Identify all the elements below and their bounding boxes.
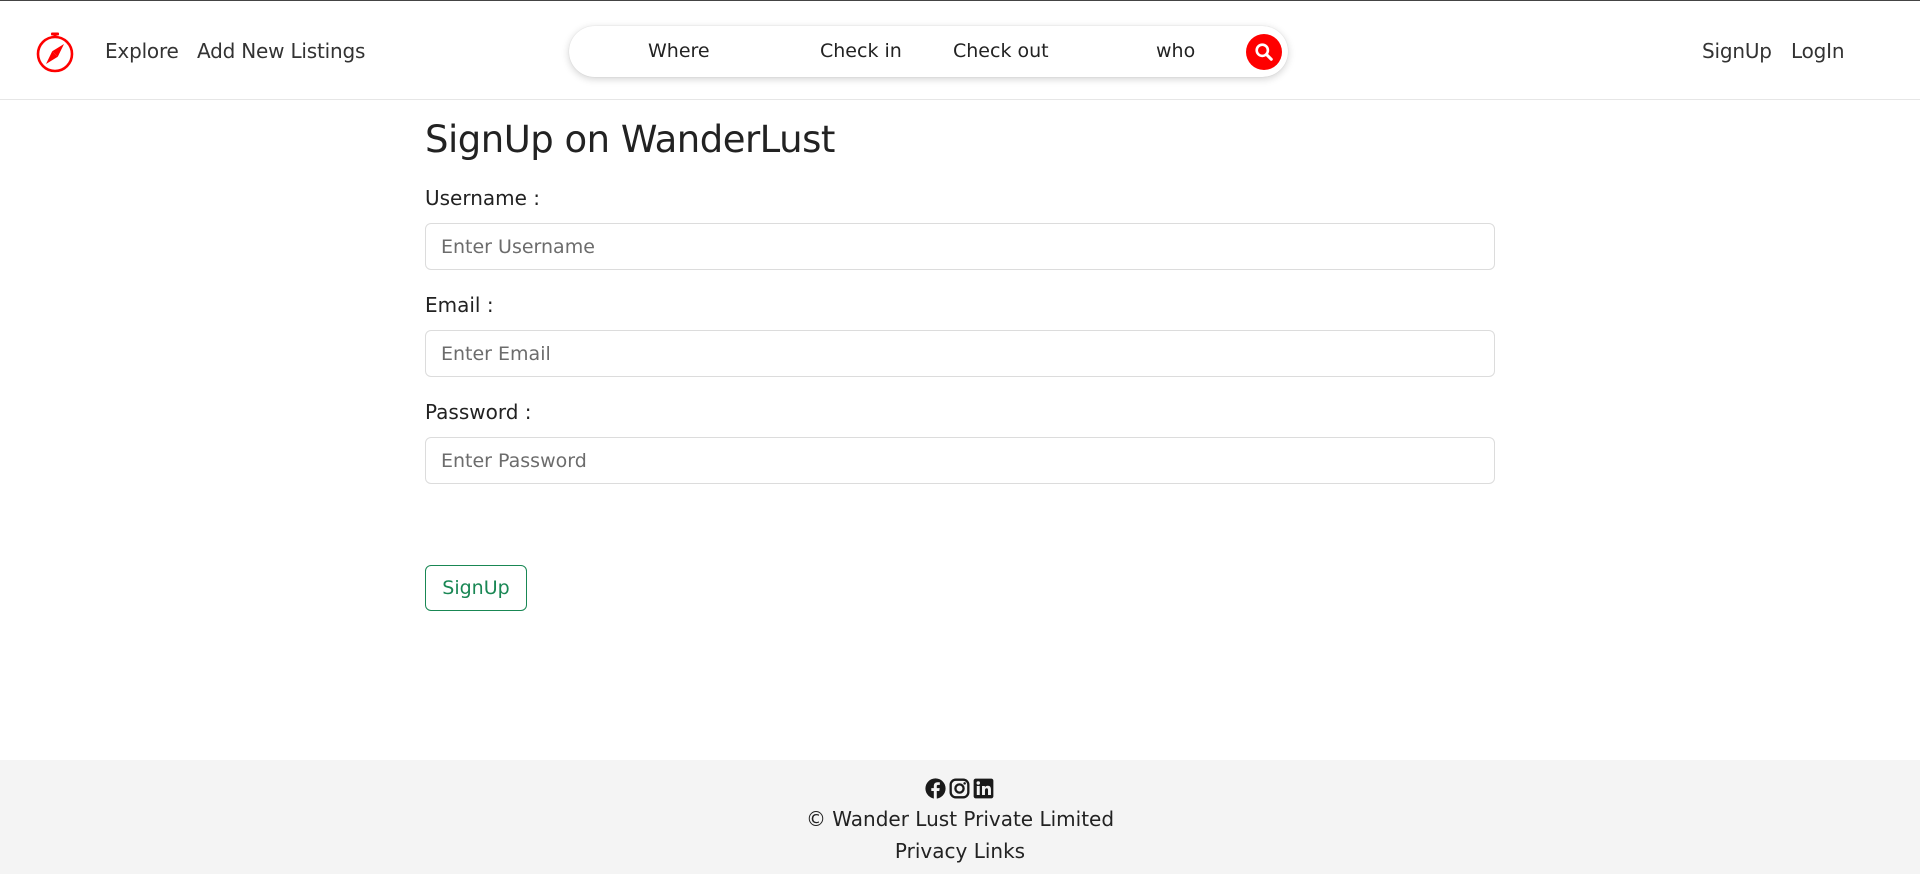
nav-add-listing-link[interactable]: Add New Listings (197, 39, 365, 63)
search-check-out[interactable]: Check out (953, 40, 1049, 62)
username-label: Username : (425, 186, 541, 210)
signup-submit-button[interactable]: SignUp (425, 565, 527, 611)
search-button[interactable] (1246, 34, 1282, 70)
nav-login-link[interactable]: LogIn (1791, 39, 1845, 63)
search-where[interactable]: Where (648, 40, 710, 62)
password-label: Password : (425, 400, 532, 424)
facebook-icon[interactable] (925, 778, 946, 799)
linkedin-icon[interactable] (973, 778, 994, 799)
nav-explore-link[interactable]: Explore (105, 39, 179, 63)
password-input[interactable] (425, 437, 1495, 484)
page-title: SignUp on WanderLust (425, 118, 835, 161)
social-links (925, 778, 995, 800)
username-input[interactable] (425, 223, 1495, 270)
instagram-icon[interactable] (949, 778, 970, 799)
search-bar: Where Check in Check out who (569, 26, 1288, 77)
search-who[interactable]: who (1156, 40, 1195, 62)
compass-icon[interactable] (34, 30, 76, 74)
search-icon (1255, 43, 1273, 61)
copyright-text: © Wander Lust Private Limited (805, 807, 1115, 831)
navbar: Explore Add New Listings Where Check in … (0, 1, 1920, 100)
search-check-in[interactable]: Check in (820, 40, 902, 62)
footer: © Wander Lust Private Limited Privacy Li… (0, 760, 1920, 874)
nav-signup-link[interactable]: SignUp (1702, 39, 1772, 63)
privacy-links: Privacy Links (0, 839, 1920, 863)
email-label: Email : (425, 293, 494, 317)
privacy-link[interactable]: Privacy Links (895, 839, 1025, 863)
email-input[interactable] (425, 330, 1495, 377)
